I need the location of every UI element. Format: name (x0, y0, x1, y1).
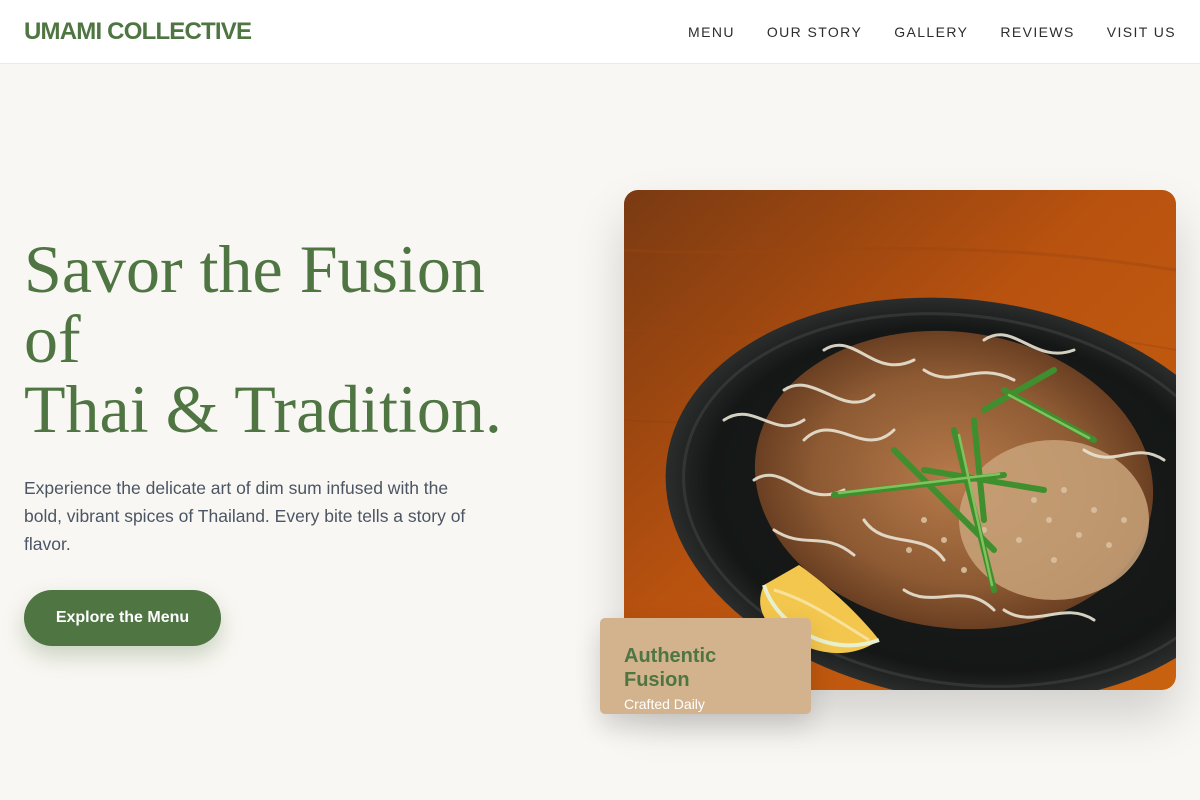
hero-food-photo (624, 190, 1176, 690)
site-logo[interactable]: UMAMI COLLECTIVE (24, 18, 252, 46)
badge-title: Authentic Fusion (624, 645, 717, 691)
hero-title-line-3: Thai & Tradition. (24, 371, 502, 447)
explore-menu-button[interactable]: Explore the Menu (24, 590, 221, 646)
nav-link-menu[interactable]: MENU (688, 24, 735, 40)
pad-thai-photo-icon (624, 190, 1176, 690)
badge-subtitle: Crafted Daily (624, 696, 705, 712)
hero-description: Experience the delicate art of dim sum i… (24, 478, 466, 554)
nav-link-reviews[interactable]: REVIEWS (1000, 24, 1074, 40)
main-nav: MENU OUR STORY GALLERY REVIEWS VISIT US (688, 24, 1176, 40)
hero-title-line-1: Savor the Fusion (24, 231, 485, 307)
hero-title-line-2: of (24, 301, 81, 377)
nav-link-our-story[interactable]: OUR STORY (767, 24, 862, 40)
site-header: UMAMI COLLECTIVE MENU OUR STORY GALLERY … (0, 0, 1200, 64)
hero-title: Savor the Fusion of Thai & Tradition. (24, 234, 584, 444)
nav-link-visit-us[interactable]: VISIT US (1107, 24, 1176, 40)
nav-link-gallery[interactable]: GALLERY (894, 24, 968, 40)
authentic-fusion-badge: Authentic Fusion Crafted Daily (600, 618, 811, 714)
